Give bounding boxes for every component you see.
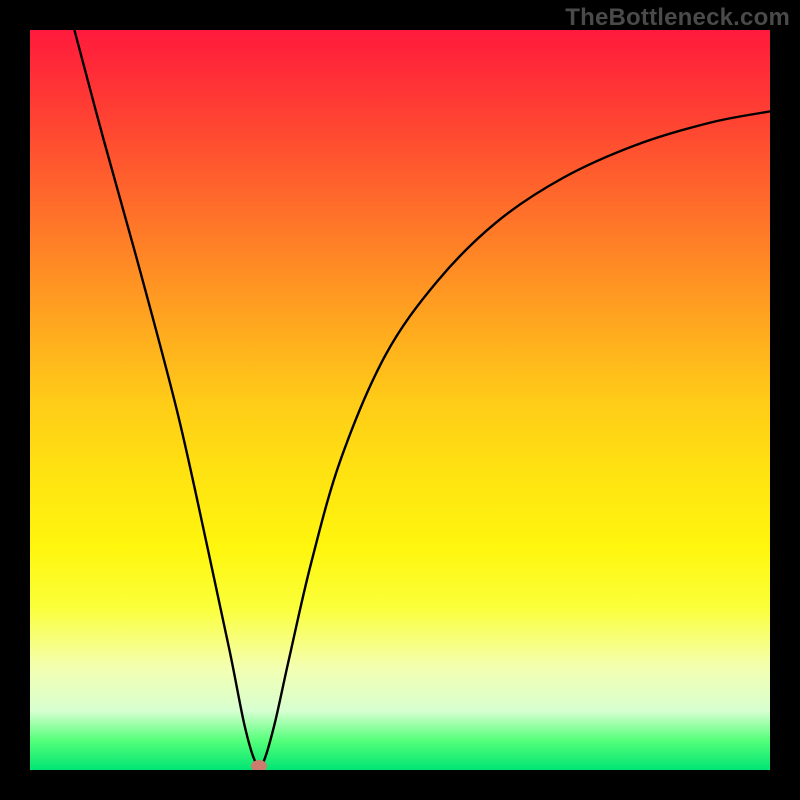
chart-frame: TheBottleneck.com [0, 0, 800, 800]
optimal-point-marker [251, 760, 267, 770]
curve-path [74, 30, 770, 767]
plot-area [30, 30, 770, 770]
watermark-text: TheBottleneck.com [565, 4, 790, 32]
bottleneck-curve [30, 30, 770, 770]
